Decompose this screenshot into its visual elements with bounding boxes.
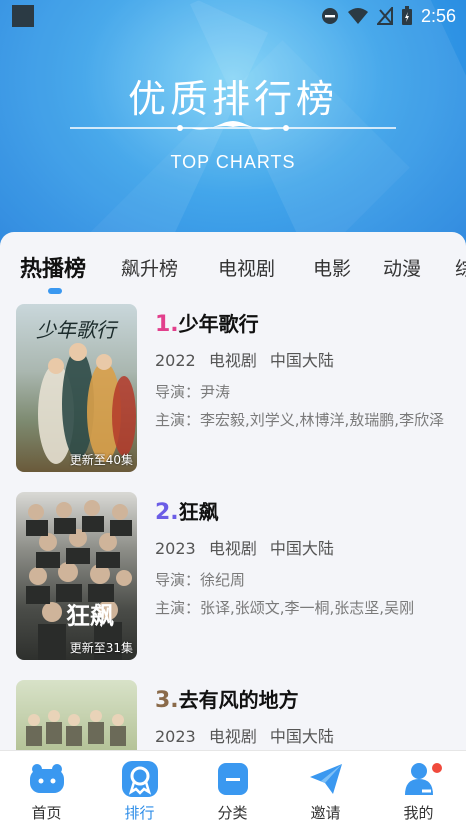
signal-icon [376,7,393,25]
category-tabs: 热播榜 飙升榜 电视剧 电影 动漫 综 [0,248,466,294]
show-meta: 2023 电视剧 中国大陆 [155,723,445,747]
show-title[interactable]: 3.去有风的地方 [155,684,445,713]
tab-tv-series[interactable]: 电视剧 [218,254,275,281]
show-meta: 2023 电视剧 中国大陆 [155,535,445,559]
show-title-text: 去有风的地方 [178,688,299,712]
tab-movie[interactable]: 电影 [313,254,351,281]
nav-home[interactable]: 首页 [0,751,93,828]
clock: 2:56 [420,5,456,26]
poster-image[interactable] [16,680,137,750]
nav-profile[interactable]: 我的 [372,751,465,828]
notification-badge [432,763,442,773]
region: 中国大陆 [269,351,334,370]
list-item[interactable]: 少年歌行 更新至40集 1.少年歌行 2022 电视剧 中国大陆 导演：尹涛 主… [0,304,466,492]
genre: 电视剧 [208,727,257,746]
dnd-icon [321,8,338,24]
category-icon [218,763,248,795]
rank-number: 2. [155,500,179,525]
bottom-navigation: 首页 排行 分类 邀请 我的 [0,750,466,828]
poster-image[interactable]: 狂飙 更新至31集 [16,492,137,660]
show-title[interactable]: 2.狂飙 [155,496,445,525]
poster-title-art: 少年歌行 [36,318,116,342]
page-subtitle: TOP CHARTS [170,152,296,172]
tab-variety[interactable]: 综 [455,254,466,281]
year: 2022 [155,351,196,370]
header-banner: 2:56 优质排行榜 TOP CHARTS [0,0,466,260]
battery-icon [401,6,412,25]
region: 中国大陆 [269,539,334,558]
rank-number: 3. [155,688,179,713]
cast: 主演：李宏毅,刘学义,林博洋,敖瑞鹏,李欣泽 [155,411,445,429]
tab-rising[interactable]: 飙升榜 [121,254,178,281]
tab-anime[interactable]: 动漫 [383,254,421,281]
status-bar: 2:56 [0,0,466,34]
show-title-text: 狂飙 [178,500,219,524]
ranking-panel: 热播榜 飙升榜 电视剧 电影 动漫 综 少年歌行 更新至40集 1.少年歌行 2… [0,232,466,750]
poster-image[interactable]: 少年歌行 更新至40集 [16,304,137,472]
ornament-divider [70,121,396,131]
wifi-icon [347,8,368,24]
year: 2023 [155,727,196,746]
nav-invite[interactable]: 邀请 [279,751,372,828]
genre: 电视剧 [208,351,257,370]
genre: 电视剧 [208,539,257,558]
show-title[interactable]: 1.少年歌行 [155,308,445,337]
rank-number: 1. [155,312,179,337]
show-meta: 2022 电视剧 中国大陆 [155,347,445,371]
nav-profile-label: 我的 [403,804,434,822]
cast: 主演：张译,张颂文,李一桐,张志坚,吴刚 [155,599,415,617]
nav-category-label: 分类 [217,804,248,822]
show-title-text: 少年歌行 [178,312,259,336]
list-item[interactable]: 3.去有风的地方 2023 电视剧 中国大陆 [0,680,466,750]
active-tab-indicator [48,288,62,294]
tab-hot[interactable]: 热播榜 [20,251,86,283]
nav-category[interactable]: 分类 [186,751,279,828]
list-item[interactable]: 狂飙 更新至31集 2.狂飙 2023 电视剧 中国大陆 导演：徐纪周 主演：张… [0,492,466,680]
home-icon [30,764,64,793]
invite-icon [310,764,342,794]
poster-title-art: 狂飙 [66,602,114,630]
app-notification-icon [12,5,34,27]
page-title: 优质排行榜 [127,77,338,121]
ranking-list: 少年歌行 更新至40集 1.少年歌行 2022 电视剧 中国大陆 导演：尹涛 主… [0,304,466,750]
nav-invite-label: 邀请 [310,804,341,822]
year: 2023 [155,539,196,558]
nav-ranking[interactable]: 排行 [93,751,186,828]
nav-home-label: 首页 [31,804,62,822]
region: 中国大陆 [269,727,334,746]
director: 导演：尹涛 [155,383,231,401]
ranking-icon [122,761,158,797]
update-status: 更新至31集 [69,641,133,655]
update-status: 更新至40集 [69,453,133,467]
nav-ranking-label: 排行 [124,804,155,822]
director: 导演：徐纪周 [155,571,246,589]
